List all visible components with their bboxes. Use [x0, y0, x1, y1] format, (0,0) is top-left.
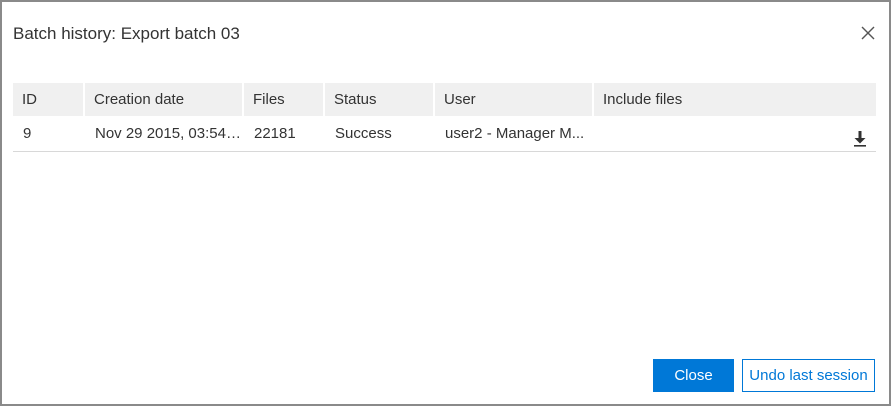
cell-user: user2 - Manager M... — [445, 125, 585, 142]
close-button[interactable]: Close — [653, 359, 734, 392]
column-header-files[interactable]: Files — [244, 83, 323, 116]
table-row[interactable]: 9 Nov 29 2015, 03:54 ... 22181 Success u… — [13, 116, 876, 152]
cell-id: 9 — [23, 125, 32, 142]
close-icon[interactable] — [859, 24, 877, 42]
table-header: ID Creation date Files Status User Inclu… — [13, 83, 876, 116]
undo-last-session-button[interactable]: Undo last session — [742, 359, 875, 392]
column-header-include-files[interactable]: Include files — [594, 83, 876, 116]
download-icon[interactable] — [853, 125, 867, 147]
cell-status: Success — [335, 125, 392, 142]
dialog-title: Batch history: Export batch 03 — [13, 24, 240, 43]
cell-include-files — [594, 116, 876, 151]
column-header-user[interactable]: User — [435, 83, 592, 116]
batch-history-table: ID Creation date Files Status User Inclu… — [13, 83, 876, 152]
column-header-creation-date[interactable]: Creation date — [85, 83, 242, 116]
cell-creation-date: Nov 29 2015, 03:54 ... — [95, 125, 242, 142]
cell-files: 22181 — [254, 125, 296, 142]
column-header-id[interactable]: ID — [13, 83, 83, 116]
column-header-status[interactable]: Status — [325, 83, 433, 116]
batch-history-dialog: Batch history: Export batch 03 ID Creati… — [0, 0, 891, 406]
